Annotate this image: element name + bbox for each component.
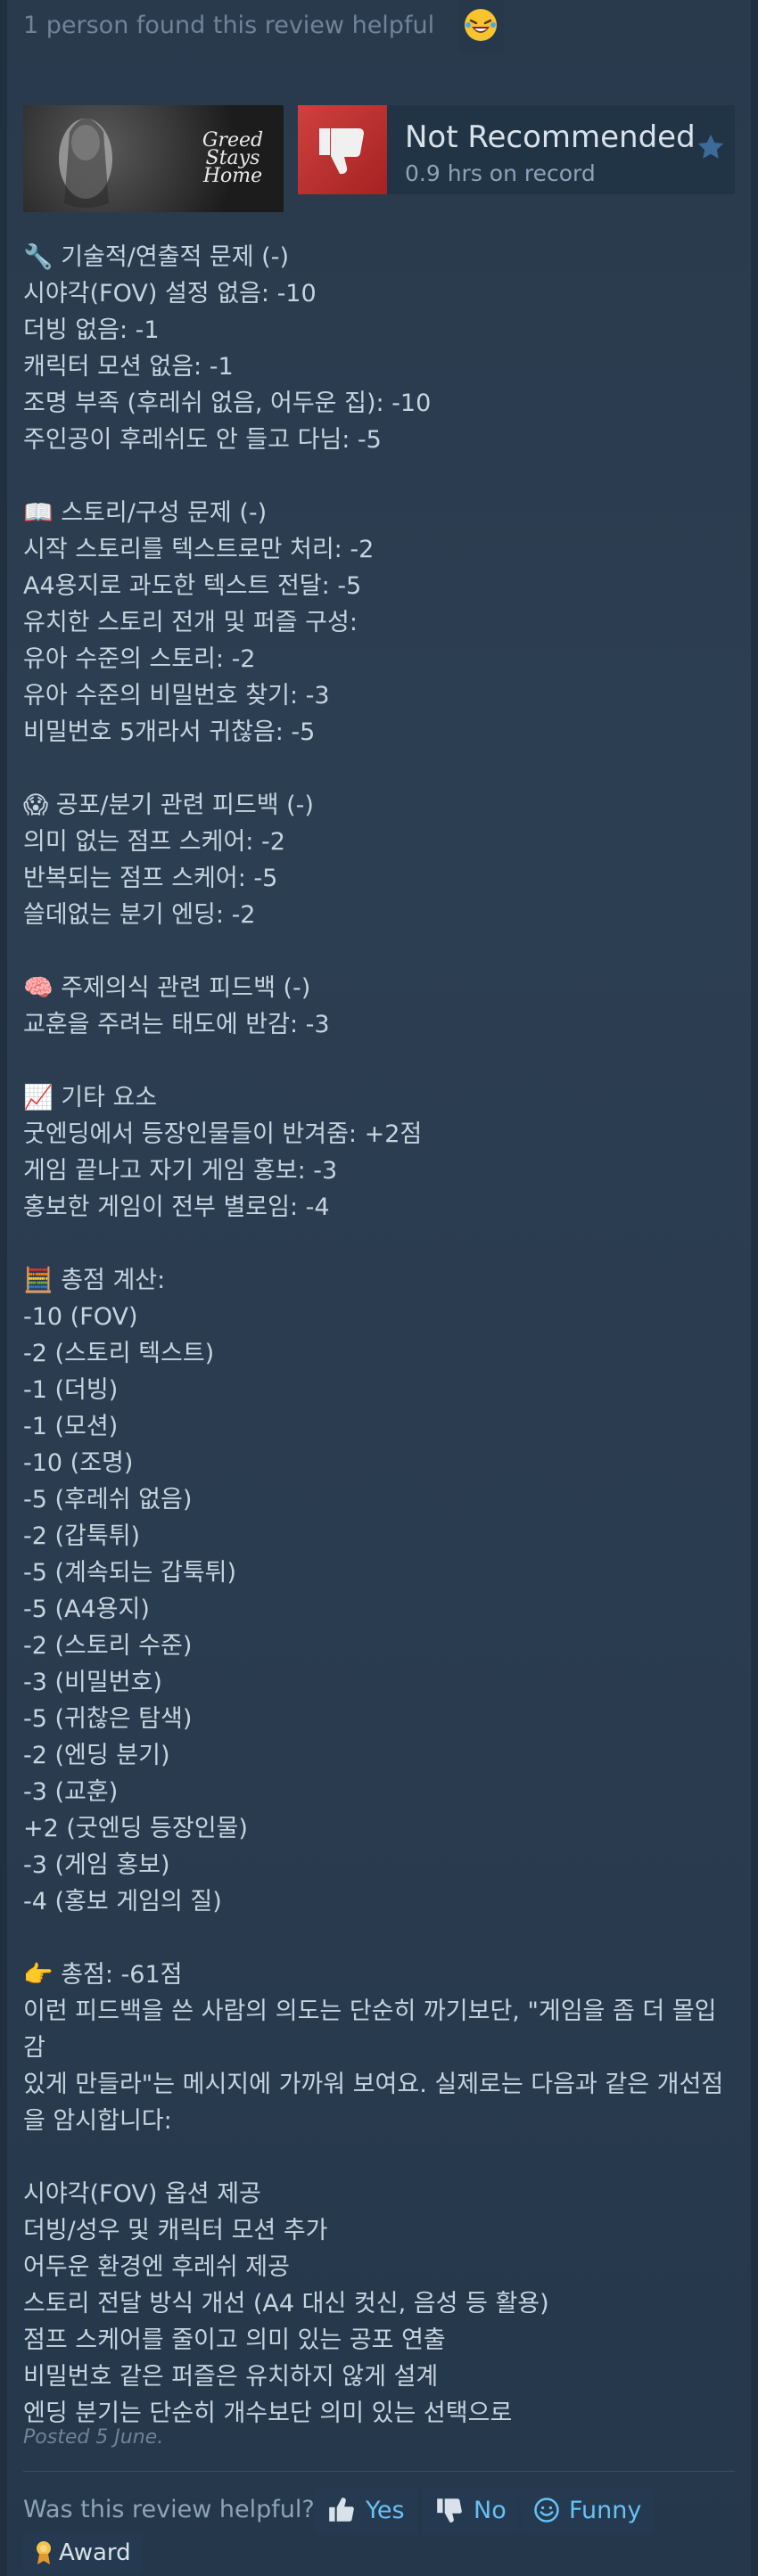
frame-left (0, 0, 7, 2576)
laughing-emoji-icon (465, 9, 498, 41)
hours-on-record: 0.9 hrs on record (405, 160, 596, 186)
review-line: -10 (조명) (23, 1449, 134, 1477)
vote-no-button[interactable]: No (422, 2487, 519, 2533)
game-logo-text: Greed Stays Home (202, 129, 264, 187)
award-ribbon-icon (37, 2541, 51, 2564)
review-line: -2 (스토리 텍스트) (23, 1340, 215, 1367)
review-line: 이런 피드백을 쓴 사람의 의도는 단순히 까기보단, "게임을 좀 더 몰입감 (23, 1998, 717, 2062)
review-line: 있게 만들라"는 메시지에 가까워 보여요. 실제로는 다음과 같은 개선점 (23, 2071, 724, 2098)
review-header: Greed Stays Home Not Recommended 0.9 hrs… (23, 105, 735, 217)
review-line: -10 (FOV) (23, 1303, 138, 1331)
recommendation-box: Not Recommended 0.9 hrs on record (298, 105, 735, 194)
review-line: 📖 스토리/구성 문제 (-) (23, 499, 268, 527)
review-line: 👉 총점: -61점 (23, 1961, 183, 1989)
review-line: 유치한 스토리 전개 및 퍼즐 구성: (23, 609, 358, 636)
review-line: -3 (교훈) (23, 1778, 119, 1806)
review-line: 비밀번호 5개라서 귀찮음: -5 (23, 718, 316, 746)
review-line: -3 (게임 홍보) (23, 1851, 170, 1879)
review-line: 조명 부족 (후레쉬 없음, 어두운 집): -10 (23, 390, 432, 417)
review-line: 반복되는 점프 스케어: -5 (23, 865, 278, 892)
review-line: -5 (계속되는 갑툭튀) (23, 1559, 237, 1587)
game-capsule-image[interactable]: Greed Stays Home (23, 105, 284, 212)
helpful-count-row: 1 person found this review helpful (23, 0, 505, 53)
review-line: 캐릭터 모션 없음: -1 (23, 353, 234, 381)
vote-yes-button[interactable]: Yes (314, 2487, 417, 2533)
review-page: 1 person found this review helpful Greed… (0, 0, 758, 2576)
review-line: 🔧 기술적/연출적 문제 (-) (23, 243, 289, 271)
review-line: 의미 없는 점프 스케어: -2 (23, 828, 285, 856)
review-line: 🧮 총점 계산: (23, 1267, 166, 1294)
thumb-box (298, 105, 387, 194)
review-line: -5 (A4용지) (23, 1596, 150, 1623)
review-line: 더빙/성우 및 캐릭터 모션 추가 (23, 2217, 328, 2244)
review-line: 홍보한 게임이 전부 별로임: -4 (23, 1194, 330, 1221)
review-line: -2 (스토리 수준) (23, 1632, 193, 1660)
review-line: 점프 스케어를 줄이고 의미 있는 공포 연출 (23, 2326, 446, 2354)
review-line: -2 (갑툭튀) (23, 1522, 141, 1550)
divider (23, 2471, 735, 2472)
award-button[interactable]: Award (23, 2533, 142, 2572)
review-line: 😱 공포/분기 관련 피드백 (-) (23, 792, 314, 819)
thumbs-up-icon (329, 2498, 354, 2522)
frame-right (751, 0, 758, 2576)
review-line: -2 (엔딩 분기) (23, 1742, 170, 1769)
helpful-count-text: 1 person found this review helpful (23, 11, 435, 39)
review-line: 을 암시합니다: (23, 2107, 172, 2135)
thumbs-down-icon (319, 128, 364, 174)
review-line: -4 (홍보 게임의 질) (23, 1888, 222, 1916)
award-label: Award (59, 2539, 131, 2566)
review-line: 굿엔딩에서 등장인물들이 반겨줌: +2점 (23, 1120, 423, 1148)
review-line: 주인공이 후레쉬도 안 들고 다님: -5 (23, 426, 382, 454)
review-line: 시작 스토리를 텍스트로만 처리: -2 (23, 536, 375, 563)
award-reaction[interactable] (457, 0, 505, 53)
posted-date: Posted 5 June. (23, 2426, 164, 2449)
review-line: 게임 끝나고 자기 게임 홍보: -3 (23, 1157, 338, 1185)
review-line: 시야각(FOV) 옵션 제공 (23, 2180, 261, 2208)
recommendation-title: Not Recommended (405, 119, 696, 155)
smile-icon (534, 2498, 559, 2523)
review-line: +2 (굿엔딩 등장인물) (23, 1815, 248, 1842)
review-line: 교훈을 주려는 태도에 반감: -3 (23, 1011, 330, 1038)
review-line: 쓸데없는 분기 엔딩: -2 (23, 901, 256, 929)
review-text: 🔧 기술적/연출적 문제 (-) 시야각(FOV) 설정 없음: -10 더빙 없음… (23, 239, 737, 2432)
review-line: 시야각(FOV) 설정 없음: -10 (23, 280, 317, 308)
review-line: 더빙 없음: -1 (23, 316, 160, 344)
review-line: -1 (더빙) (23, 1376, 119, 1404)
review-line: 어두운 환경엔 후레쉬 제공 (23, 2253, 290, 2281)
review-line: 유아 수준의 스토리: -2 (23, 645, 256, 673)
review-line: 🧠 주제의식 관련 피드백 (-) (23, 974, 311, 1002)
review-line: -3 (비밀번호) (23, 1669, 162, 1696)
yes-label: Yes (366, 2496, 405, 2524)
review-line: 📈 기타 요소 (23, 1084, 158, 1112)
thumbs-down-icon (437, 2498, 462, 2523)
vote-funny-button[interactable]: Funny (521, 2487, 655, 2533)
review-line: 유아 수준의 비밀번호 찾기: -3 (23, 682, 330, 710)
review-line: -5 (후레쉬 없음) (23, 1486, 193, 1514)
review-line: 비밀번호 같은 퍼즐은 유치하지 않게 설계 (23, 2363, 439, 2391)
star-icon[interactable] (696, 132, 726, 162)
no-label: No (474, 2496, 507, 2524)
review-line: -1 (모션) (23, 1413, 119, 1440)
review-line: A4용지로 과도한 텍스트 전달: -5 (23, 572, 362, 600)
funny-label: Funny (569, 2496, 642, 2524)
review-line: -5 (귀찮은 탐색) (23, 1705, 193, 1733)
review-line: 스토리 전달 방식 개선 (A4 대신 컷신, 음성 등 활용) (23, 2290, 549, 2318)
helpful-question: Was this review helpful? (23, 2496, 315, 2523)
